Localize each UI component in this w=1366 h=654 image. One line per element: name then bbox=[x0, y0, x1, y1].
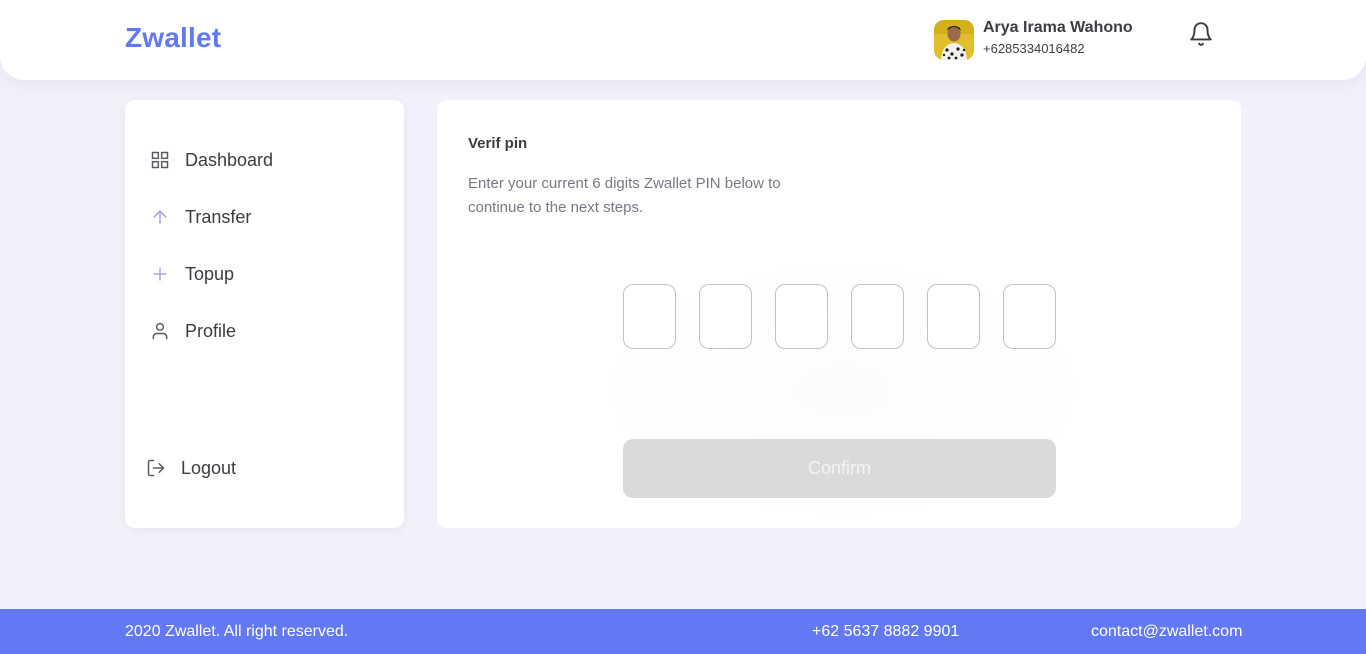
verify-pin-panel: Verif pin Enter your current 6 digits Zw… bbox=[437, 100, 1241, 540]
sidebar-item-topup[interactable]: Topup bbox=[149, 260, 234, 288]
bell-icon bbox=[1190, 22, 1212, 46]
user-icon bbox=[149, 320, 171, 342]
footer: 2020 Zwallet. All right reserved. +62 56… bbox=[0, 609, 1366, 654]
notification-button[interactable] bbox=[1188, 21, 1214, 47]
page-description: Enter your current 6 digits Zwallet PIN … bbox=[468, 175, 781, 216]
footer-phone: +62 5637 8882 9901 bbox=[812, 623, 960, 640]
user-avatar-photo bbox=[934, 20, 974, 60]
grid-icon bbox=[149, 149, 171, 171]
user-name: Arya Irama Wahono bbox=[983, 19, 1133, 36]
logout-icon bbox=[145, 457, 167, 479]
footer-email[interactable]: contact@zwallet.com bbox=[1091, 623, 1242, 641]
arrow-up-icon bbox=[149, 206, 171, 228]
footer-copyright: 2020 Zwallet. All right reserved. bbox=[125, 623, 349, 640]
logout-label: Logout bbox=[181, 457, 237, 478]
confirm-button[interactable]: Confirm bbox=[623, 439, 1056, 498]
brand-logo[interactable]: Zwallet bbox=[125, 22, 221, 54]
logout-button[interactable]: Logout bbox=[145, 454, 236, 482]
sidebar: Dashboard Transfer Topup Profile Logout bbox=[125, 100, 404, 528]
user-phone: +6285334016482 bbox=[983, 41, 1085, 56]
sidebar-item-dashboard[interactable]: Dashboard bbox=[149, 146, 273, 174]
pin-digit-6[interactable] bbox=[1003, 284, 1056, 349]
pin-digit-4[interactable] bbox=[851, 284, 904, 349]
avatar[interactable] bbox=[934, 20, 974, 60]
page-title: Verif pin bbox=[468, 135, 528, 152]
sidebar-item-label: Profile bbox=[185, 320, 237, 341]
pin-digit-1[interactable] bbox=[623, 284, 676, 349]
pin-digit-5[interactable] bbox=[927, 284, 980, 349]
top-header: Zwallet Arya Irama Wahono +6285334016482 bbox=[0, 0, 1366, 80]
pin-digit-3[interactable] bbox=[775, 284, 828, 349]
sidebar-item-label: Topup bbox=[185, 263, 235, 284]
sidebar-item-label: Dashboard bbox=[185, 149, 274, 170]
sidebar-item-transfer[interactable]: Transfer bbox=[149, 203, 251, 231]
sidebar-item-label: Transfer bbox=[185, 206, 252, 227]
pin-digit-2[interactable] bbox=[699, 284, 752, 349]
sidebar-item-profile[interactable]: Profile bbox=[149, 317, 236, 345]
plus-icon bbox=[149, 263, 171, 285]
